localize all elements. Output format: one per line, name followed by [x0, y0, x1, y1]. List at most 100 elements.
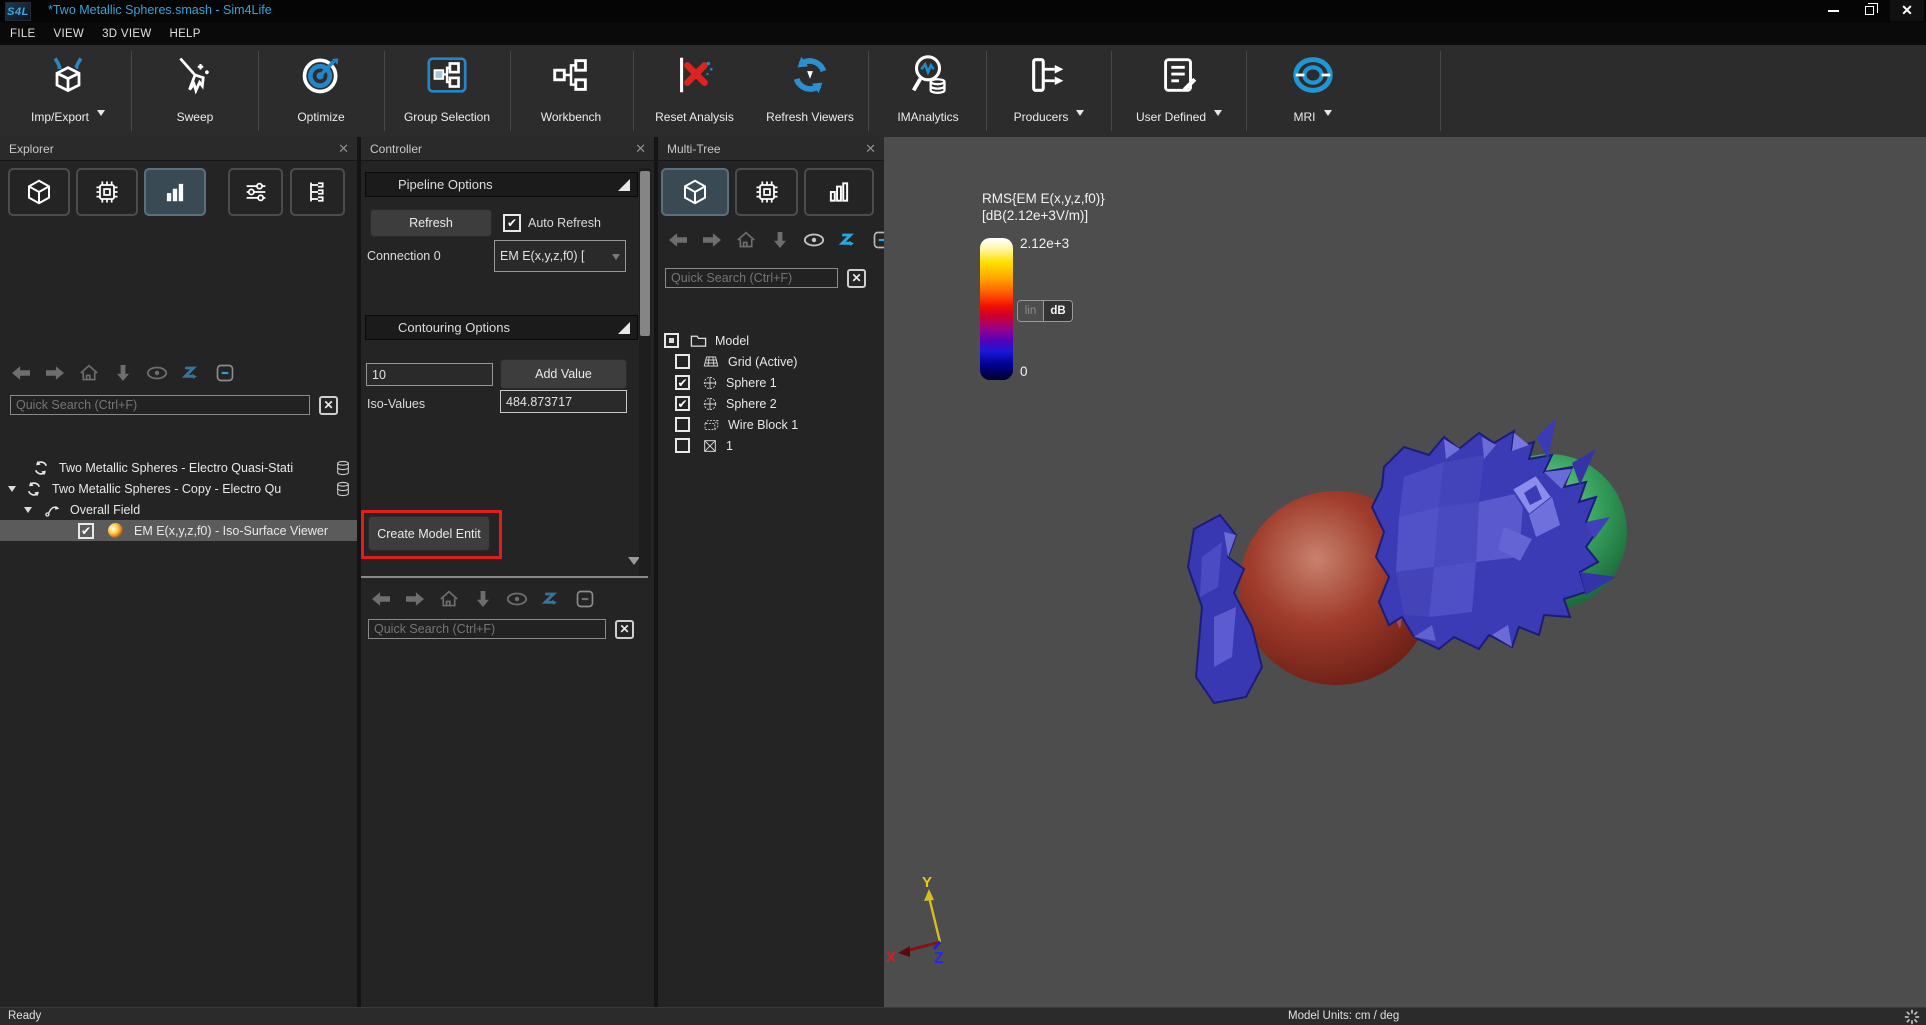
toolbar-imanalytics[interactable]: IMAnalytics: [872, 49, 984, 133]
multitree-tab-simulation[interactable]: [735, 168, 798, 216]
multitree-search-clear-icon[interactable]: ✕: [847, 269, 866, 288]
multitree-tab-model[interactable]: [661, 168, 729, 216]
model-checkbox[interactable]: [664, 333, 679, 348]
goto-icon[interactable]: [112, 363, 134, 383]
toolbar-workbench[interactable]: Workbench: [512, 49, 630, 133]
close-button[interactable]: ✕: [1890, 0, 1924, 21]
auto-refresh-checkbox[interactable]: [503, 214, 521, 232]
explorer-tree-row-overall-field[interactable]: Overall Field: [0, 499, 357, 520]
sphere1-checkbox[interactable]: [675, 375, 690, 390]
toolbar-group-selection[interactable]: Group Selection: [388, 49, 506, 133]
chip-icon: [93, 178, 121, 206]
collapse-all-icon[interactable]: [574, 589, 596, 609]
multitree-tab-analysis[interactable]: [804, 168, 874, 216]
iso-value-input[interactable]: 484.873717: [500, 390, 627, 413]
sweep-icon: [140, 49, 250, 101]
toolbar-refresh-viewers[interactable]: Refresh Viewers: [754, 49, 866, 133]
controller-scrollbar-thumb[interactable]: [640, 171, 650, 336]
controller-search-input[interactable]: [368, 619, 606, 639]
multitree-row-1[interactable]: 1: [658, 435, 884, 456]
explorer-tree-row-sim1[interactable]: Two Metallic Spheres - Electro Quasi-Sta…: [0, 457, 357, 478]
zoom-to-icon[interactable]: [540, 589, 562, 609]
field-icon: [44, 502, 62, 518]
imp-export-dropdown-arrow: [97, 110, 105, 120]
num-values-input[interactable]: 10: [366, 363, 493, 386]
wire-block-checkbox[interactable]: [675, 417, 690, 432]
explorer-tab-model[interactable]: [8, 168, 70, 216]
home-icon[interactable]: [438, 589, 460, 609]
explorer-tab-simulation[interactable]: [76, 168, 138, 216]
toolbar-imp-export[interactable]: Imp/Export: [8, 49, 128, 133]
explorer-tree-row-iso-surface-viewer[interactable]: EM E(x,y,z,f0) - Iso-Surface Viewer: [0, 520, 357, 541]
multitree-row-sphere1[interactable]: Sphere 1: [658, 372, 884, 393]
explorer-tab-hierarchy[interactable]: [290, 168, 345, 216]
forward-icon[interactable]: [44, 363, 66, 383]
controller-panel: Controller ✕ Pipeline Options Refresh Au…: [361, 137, 654, 1007]
toolbar-reset-analysis[interactable]: Reset Analysis: [637, 49, 752, 133]
back-icon[interactable]: [10, 363, 32, 383]
toolbar-mri[interactable]: MRI: [1250, 49, 1375, 133]
goto-icon[interactable]: [769, 230, 791, 250]
forward-icon[interactable]: [701, 230, 723, 250]
pipeline-options-header[interactable]: Pipeline Options: [365, 172, 638, 197]
restore-button[interactable]: [1852, 0, 1886, 21]
explorer-tab-analysis[interactable]: [144, 168, 206, 216]
collapse-triangle-icon: [618, 179, 630, 191]
explorer-tree-row-sim2[interactable]: Two Metallic Spheres - Copy - Electro Qu: [0, 478, 357, 499]
home-icon[interactable]: [735, 230, 757, 250]
controller-search-clear-icon[interactable]: ✕: [615, 620, 634, 639]
menu-3d-view[interactable]: 3D VIEW: [102, 28, 151, 40]
multitree-row-grid[interactable]: Grid (Active): [658, 351, 884, 372]
viewer-checkbox[interactable]: [78, 523, 94, 539]
home-icon[interactable]: [78, 363, 100, 383]
explorer-close-icon[interactable]: ✕: [338, 141, 349, 157]
title-bar: S4L *Two Metallic Spheres.smash - Sim4Li…: [0, 0, 1926, 22]
toolbar-optimize[interactable]: Optimize: [262, 49, 380, 133]
controller-scrollbar[interactable]: [639, 168, 651, 576]
resize-grip-icon[interactable]: [1904, 1009, 1920, 1025]
back-icon[interactable]: [667, 230, 689, 250]
reset-analysis-icon: [637, 49, 752, 101]
window-title: *Two Metallic Spheres.smash - Sim4Life: [48, 3, 272, 17]
explorer-nav-row: [10, 363, 236, 383]
zoom-to-icon[interactable]: [180, 363, 202, 383]
controller-title: Controller: [370, 142, 422, 156]
menu-help[interactable]: HELP: [169, 28, 200, 40]
toolbar-user-defined[interactable]: User Defined: [1114, 49, 1244, 133]
minimize-button[interactable]: [1816, 0, 1850, 21]
multitree-close-icon[interactable]: ✕: [865, 141, 876, 157]
collapse-all-icon[interactable]: [214, 363, 236, 383]
grid-checkbox[interactable]: [675, 354, 690, 369]
explorer-search-clear-icon[interactable]: ✕: [319, 396, 338, 415]
multitree-row-sphere2[interactable]: Sphere 2: [658, 393, 884, 414]
visibility-icon[interactable]: [506, 589, 528, 609]
zoom-to-icon[interactable]: [837, 230, 859, 250]
item1-checkbox[interactable]: [675, 438, 690, 453]
explorer-search: ✕: [10, 395, 338, 415]
explorer-search-input[interactable]: [10, 395, 310, 415]
connection-dropdown[interactable]: EM E(x,y,z,f0) [: [494, 240, 626, 272]
cube-icon: [680, 177, 710, 207]
back-icon[interactable]: [370, 589, 392, 609]
expand-caret-icon[interactable]: [24, 507, 32, 517]
goto-icon[interactable]: [472, 589, 494, 609]
viewport-3d[interactable]: RMS{EM E(x,y,z,f0)} [dB(2.12e+3V/m)] 2.1…: [884, 137, 1926, 1007]
multitree-row-model[interactable]: Model: [658, 330, 884, 351]
toolbar-producers[interactable]: Producers: [990, 49, 1108, 133]
menu-view[interactable]: VIEW: [54, 28, 85, 40]
visibility-icon[interactable]: [803, 230, 825, 250]
workbench-icon: [512, 49, 630, 101]
refresh-button[interactable]: Refresh: [370, 209, 492, 237]
multitree-row-wire-block[interactable]: Wire Block 1: [658, 414, 884, 435]
expand-caret-icon[interactable]: [8, 486, 16, 496]
sphere2-checkbox[interactable]: [675, 396, 690, 411]
menu-file[interactable]: FILE: [10, 28, 36, 40]
multitree-search-input[interactable]: [665, 268, 838, 288]
add-value-button[interactable]: Add Value: [500, 359, 627, 389]
visibility-icon[interactable]: [146, 363, 168, 383]
controller-close-icon[interactable]: ✕: [635, 141, 646, 157]
contouring-options-header[interactable]: Contouring Options: [365, 315, 638, 340]
toolbar-sweep[interactable]: Sweep: [140, 49, 250, 133]
forward-icon[interactable]: [404, 589, 426, 609]
explorer-tab-properties[interactable]: [228, 168, 283, 216]
